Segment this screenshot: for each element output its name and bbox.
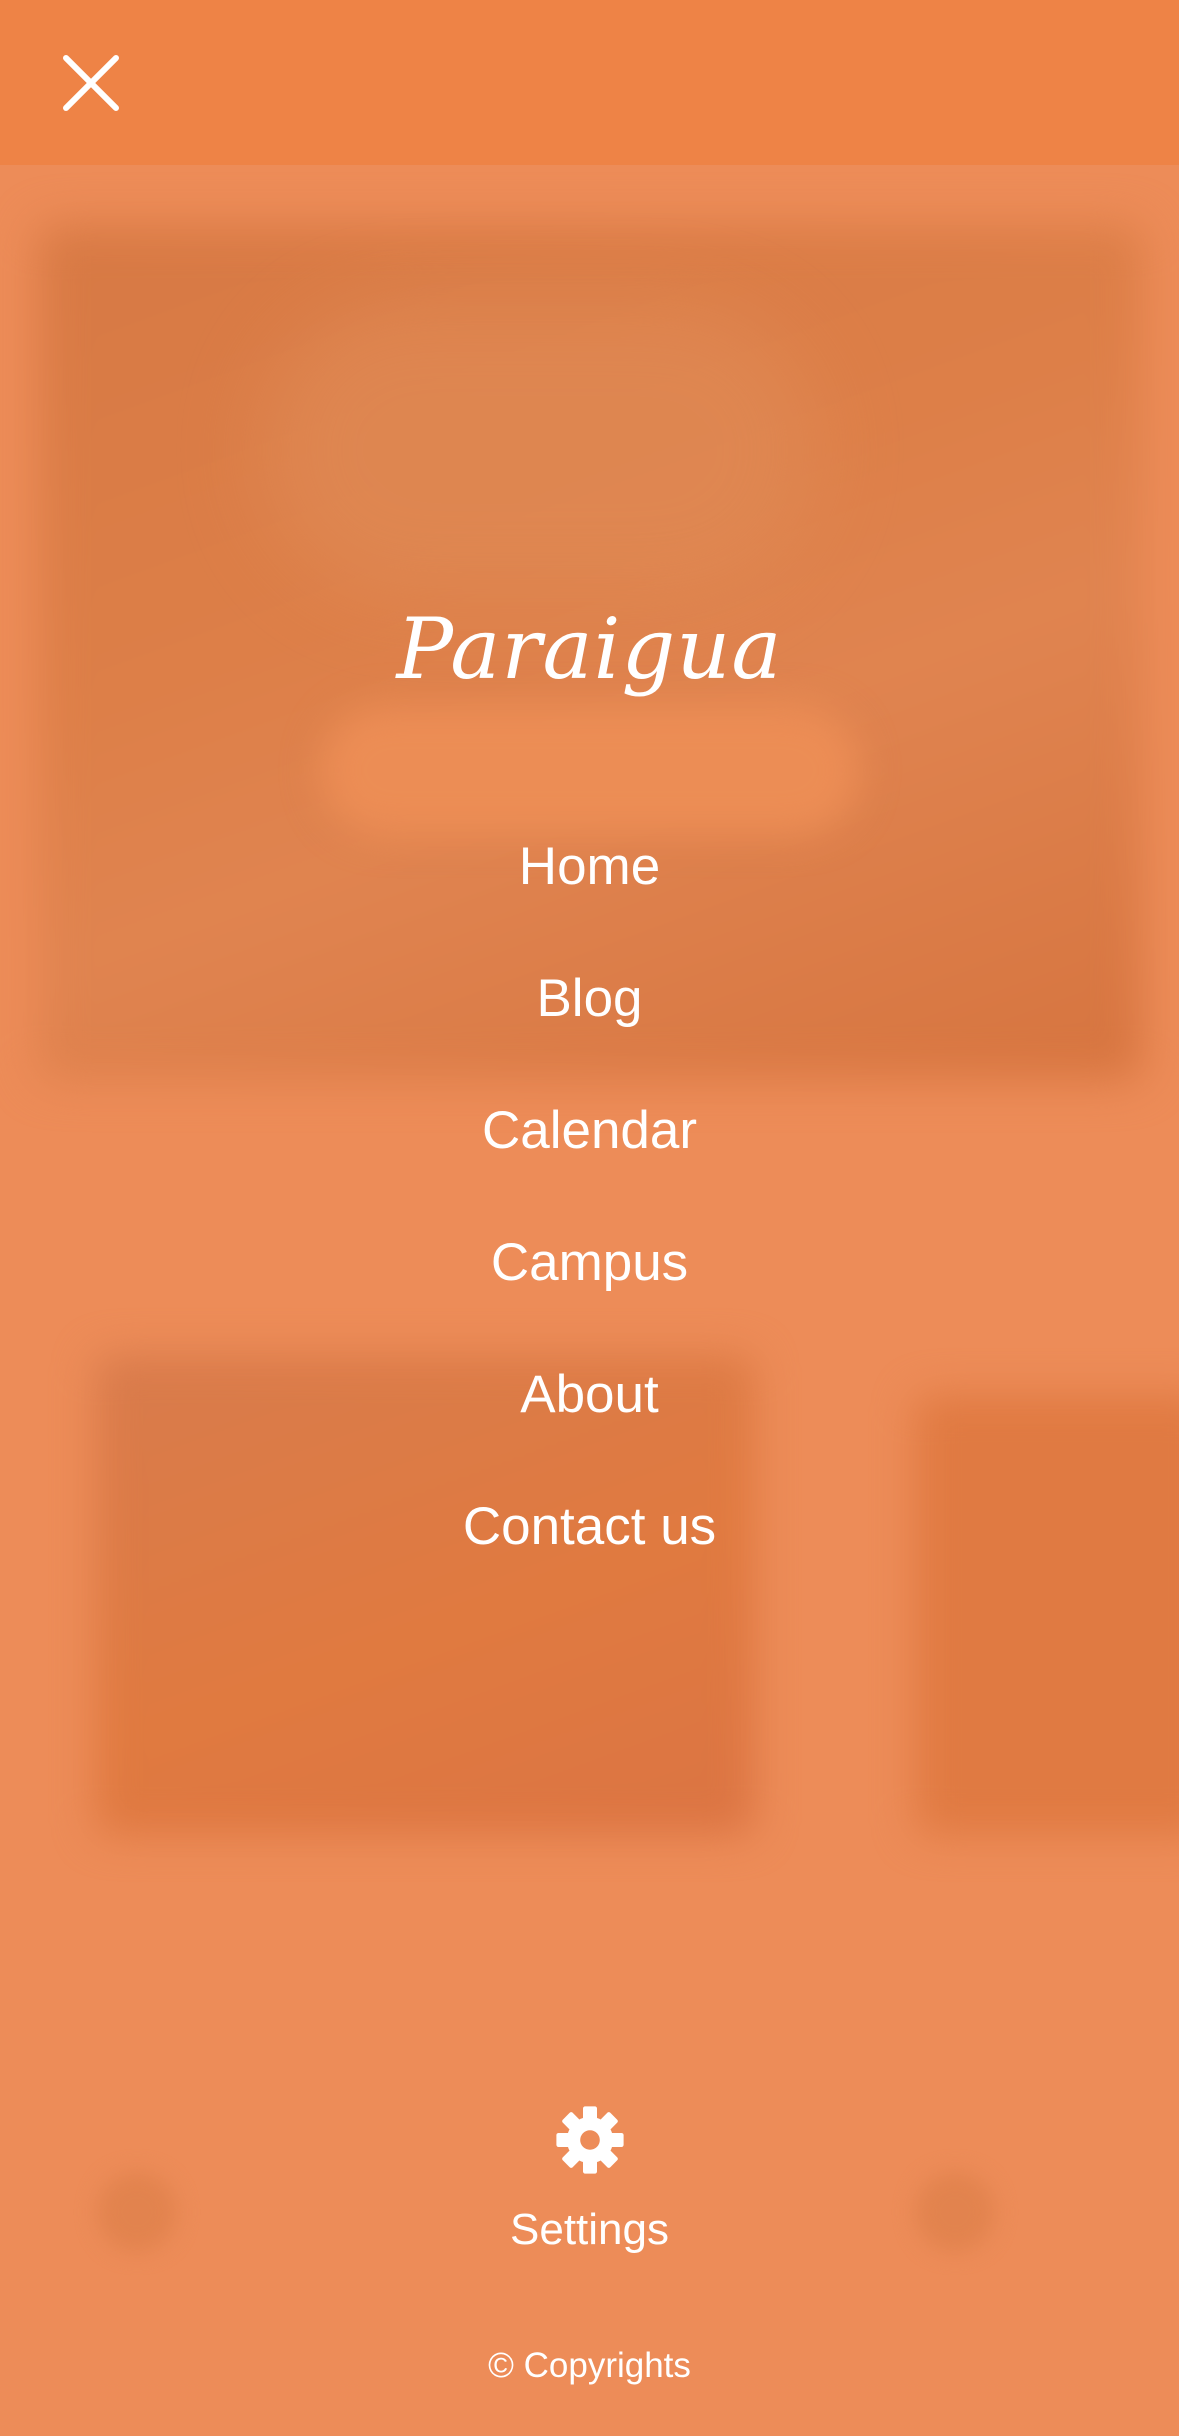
menu-link-about[interactable]: About (520, 1363, 659, 1427)
close-button[interactable] (58, 50, 124, 116)
main-menu: Home Blog Calendar Campus About Contact … (0, 835, 1179, 1627)
menu-item-home: Home (0, 835, 1179, 967)
brand-logo: Paraigua (396, 600, 783, 698)
menu-link-home[interactable]: Home (519, 835, 660, 899)
navigation-overlay: Paraigua Home Blog Calendar Campus About… (0, 0, 1179, 2436)
settings-label: Settings (510, 2205, 669, 2254)
settings-button[interactable]: Settings (0, 2105, 1179, 2255)
menu-link-calendar[interactable]: Calendar (482, 1099, 697, 1163)
close-icon (63, 55, 119, 111)
menu-item-calendar: Calendar (0, 1099, 1179, 1231)
menu-link-contact[interactable]: Contact us (463, 1495, 716, 1559)
menu-item-about: About (0, 1363, 1179, 1495)
copyright-text: © Copyrights (488, 2346, 691, 2385)
menu-link-blog[interactable]: Blog (536, 967, 642, 1031)
menu-link-campus[interactable]: Campus (491, 1231, 688, 1295)
gear-icon (555, 2106, 624, 2174)
menu-item-contact: Contact us (0, 1495, 1179, 1627)
menu-item-campus: Campus (0, 1231, 1179, 1363)
menu-item-blog: Blog (0, 967, 1179, 1099)
